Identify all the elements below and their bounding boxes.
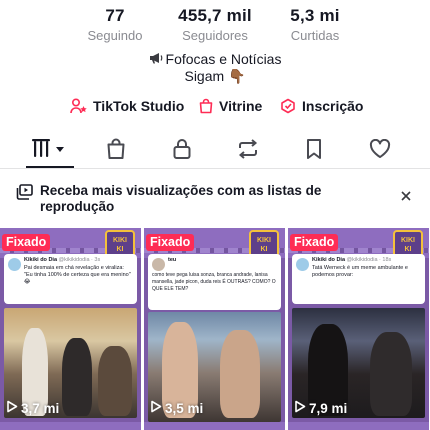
post-card: Kikiki do Dia @kikikidodia · 18s Tatá We… [292, 254, 425, 304]
person-figure [220, 330, 260, 418]
view-count: 7,9 mi [294, 400, 347, 416]
pinned-badge: Fixado [2, 234, 51, 251]
megaphone-icon [149, 51, 164, 68]
view-count: 3,7 mi [6, 400, 59, 416]
subscription-badge-icon [279, 98, 297, 114]
bio-line-1: Fofocas e Notícias [0, 51, 430, 68]
inscricao-link[interactable]: Inscrição [279, 98, 363, 114]
shopping-bag-icon [198, 98, 214, 114]
view-count-text: 3,5 mi [165, 400, 204, 416]
thumbnail-footer [144, 422, 285, 430]
view-count-text: 7,9 mi [309, 400, 348, 416]
tab-liked[interactable] [364, 131, 396, 167]
post-author: teu [168, 257, 177, 263]
thumbnail-footer [288, 422, 429, 430]
tab-videos[interactable] [28, 131, 72, 167]
vitrine-label: Vitrine [219, 98, 263, 114]
lock-icon [172, 138, 192, 160]
person-star-icon [70, 98, 88, 114]
tab-shop[interactable] [100, 131, 132, 167]
pinned-badge: Fixado [290, 234, 339, 251]
profile-bio: Fofocas e Notícias Sigam 👇🏾 [0, 51, 430, 85]
bookmark-icon [305, 138, 323, 160]
tab-private[interactable] [166, 131, 198, 167]
post-author: Kikiki do Dia @kikikidodia · 18s [312, 257, 392, 263]
close-icon[interactable] [400, 189, 412, 207]
tab-reposts[interactable] [232, 131, 264, 167]
profile-links: TikTok Studio Vitrine Inscrição [0, 98, 430, 118]
grid-bars-icon [32, 139, 68, 159]
bio-text-2: Sigam [184, 68, 225, 84]
video-grid: KIKI KI Kikiki do Dia @kikikidodia · 3s P… [0, 228, 430, 430]
playlist-banner[interactable]: Receba mais visualizações com as listas … [16, 183, 414, 215]
post-card: Kikiki do Dia @kikikidodia · 3s Pai desm… [4, 254, 137, 304]
playlist-icon [16, 184, 34, 205]
likes-count: 5,3 mi [290, 6, 340, 25]
profile-stats: 77 Seguindo 455,7 mil Seguidores 5,3 mi … [0, 6, 430, 46]
heart-icon [369, 139, 391, 159]
pinned-badge: Fixado [146, 234, 195, 251]
view-count-text: 3,7 mi [21, 400, 60, 416]
playlist-banner-text: Receba mais visualizações com as listas … [40, 183, 322, 214]
tab-favorites[interactable] [298, 131, 330, 167]
bio-line-2: Sigam 👇🏾 [0, 68, 430, 85]
post-text: Pai desmaia em chá revelação e viraliza:… [24, 265, 131, 285]
stat-likes[interactable]: 5,3 mi Curtidas [255, 6, 375, 44]
person-figure [370, 332, 412, 416]
play-icon [150, 400, 162, 416]
play-icon [294, 400, 306, 416]
repost-icon [237, 139, 259, 159]
bio-text-1: Fofocas e Notícias [165, 51, 282, 67]
video-thumbnail[interactable]: KIKI KI Kikiki do Dia @kikikidodia · 18s … [288, 228, 429, 430]
pointing-down-emoji: 👇🏾 [228, 68, 246, 84]
vitrine-link[interactable]: Vitrine [198, 98, 262, 114]
post-text: como teve pega luisa sonza, branca andra… [152, 272, 276, 292]
tabs-divider [0, 168, 430, 169]
video-thumbnail[interactable]: KIKI KI Kikiki do Dia @kikikidodia · 3s P… [0, 228, 141, 430]
thumbnail-footer [0, 422, 141, 430]
post-card: teu como teve pega luisa sonza, branca a… [148, 254, 281, 310]
tiktok-studio-link[interactable]: TikTok Studio [70, 98, 184, 114]
post-author: Kikiki do Dia @kikikidodia · 3s [24, 257, 101, 263]
avatar [8, 258, 21, 271]
inscricao-label: Inscrição [302, 98, 364, 114]
video-thumbnail[interactable]: KIKI KI teu como teve pega luisa sonza, b… [144, 228, 285, 430]
person-figure [98, 346, 132, 416]
profile-tabs [0, 131, 430, 169]
play-icon [6, 400, 18, 416]
tiktok-studio-label: TikTok Studio [93, 98, 185, 114]
avatar [296, 258, 309, 271]
avatar [152, 258, 165, 271]
post-text: Tatá Werneck é um meme ambulante e podem… [312, 265, 408, 278]
likes-label: Curtidas [290, 28, 340, 43]
bag-icon [106, 138, 126, 160]
person-figure [62, 338, 92, 416]
view-count: 3,5 mi [150, 400, 203, 416]
